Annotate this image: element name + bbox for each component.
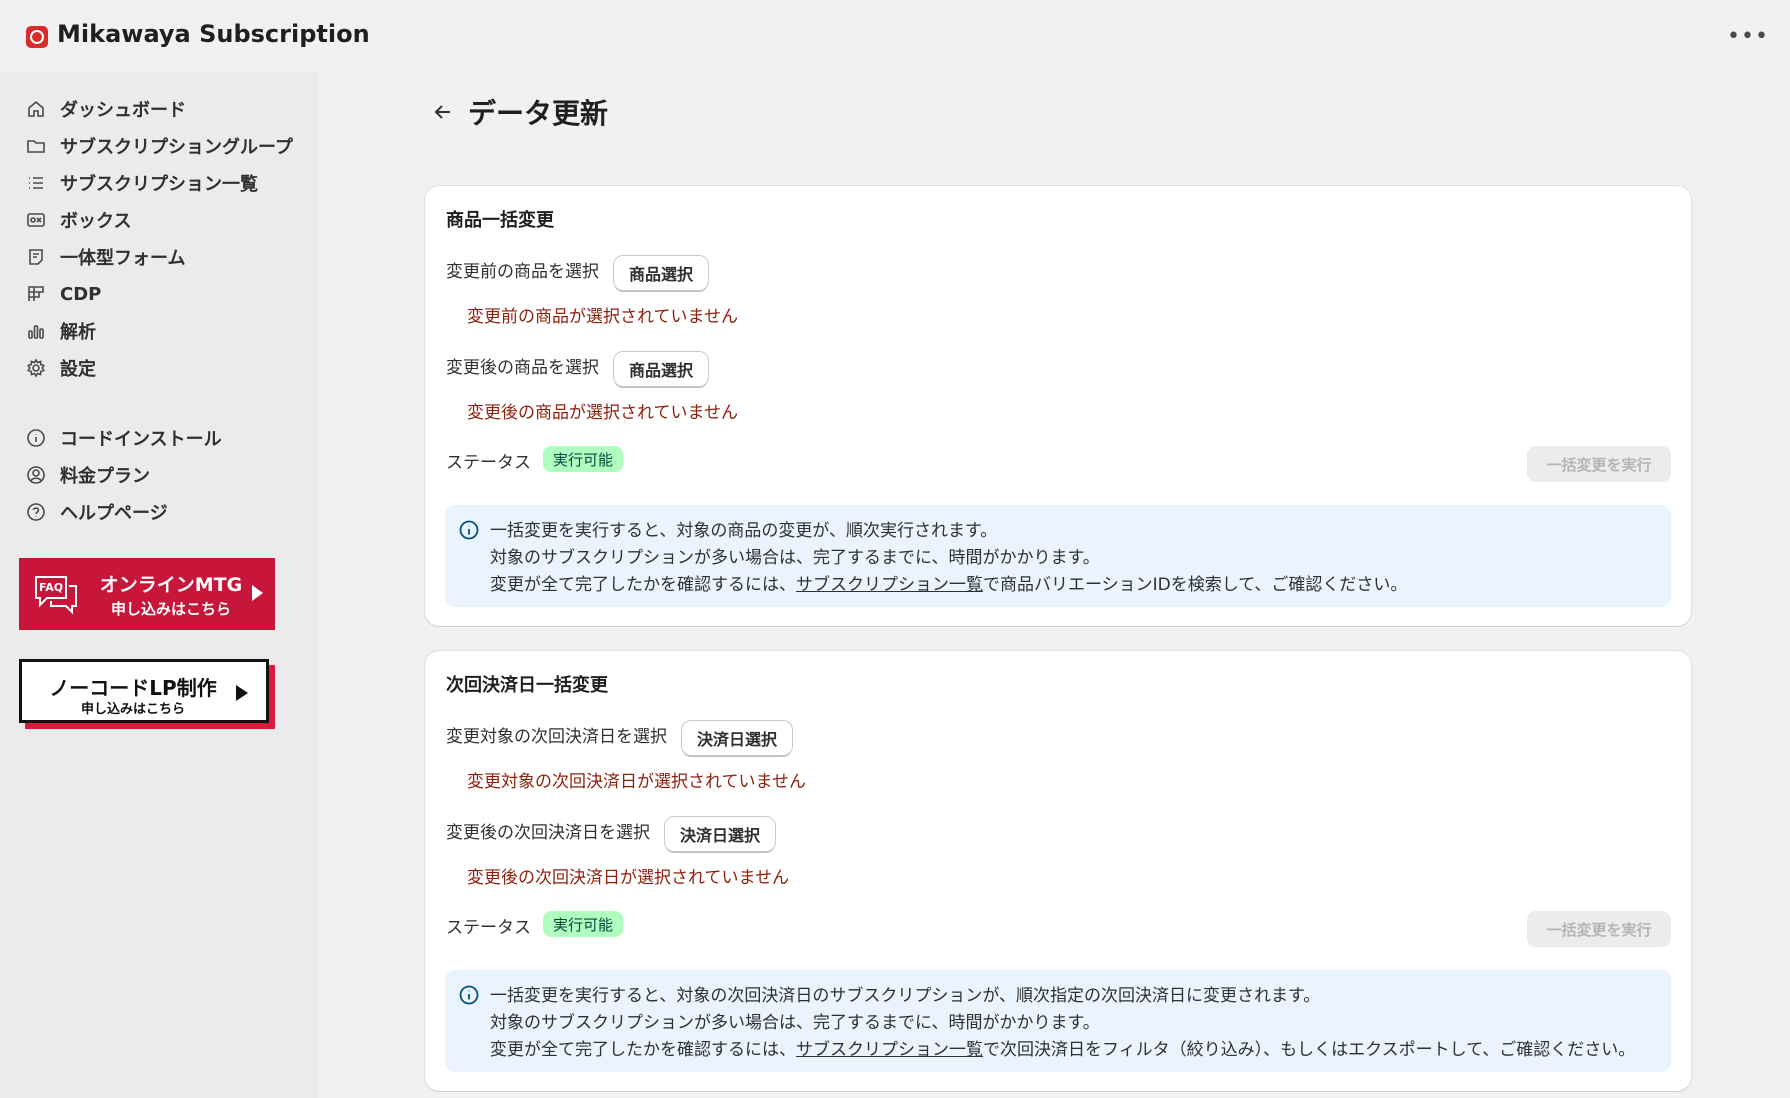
- info-line: 一括変更を実行すると、対象の次回決済日のサブスクリプションが、順次指定の次回決済…: [490, 986, 1321, 1006]
- info-text: 変更が全て完了したかを確認するには、: [490, 1040, 796, 1060]
- arrow-left-icon: [434, 105, 450, 119]
- status-badge: 実行可能: [543, 446, 624, 472]
- faq-chat-icon: [33, 574, 79, 615]
- gear-icon: [22, 354, 50, 382]
- select-target-date-button[interactable]: 決済日選択: [682, 721, 793, 755]
- bar-chart-icon: [22, 317, 50, 345]
- form-icon: [22, 243, 50, 271]
- status-badge: 実行可能: [543, 911, 624, 937]
- card-title: 次回決済日一括変更: [446, 675, 608, 696]
- sidebar-item-cdp[interactable]: CDP: [22, 277, 302, 311]
- sidebar-item-dashboard[interactable]: ダッシュボード: [22, 92, 302, 126]
- after-product-error: 変更後の商品が選択されていません: [467, 403, 738, 423]
- online-mtg-title: オンラインMTG: [99, 574, 243, 596]
- sidebar-item-label: サブスクリプション一覧: [60, 174, 258, 195]
- play-arrow-icon: [252, 585, 263, 601]
- execute-bulk-change-button[interactable]: 一括変更を実行: [1527, 911, 1671, 947]
- online-mtg-subtitle: 申し込みはこちら: [110, 600, 231, 618]
- folder-icon: [22, 132, 50, 160]
- sidebar-item-label: ヘルプページ: [60, 503, 168, 524]
- app-title: Mikawaya Subscription: [57, 20, 370, 48]
- sidebar-item-label: ボックス: [60, 211, 132, 232]
- sidebar-item-subscription-groups[interactable]: サブスクリプショングループ: [22, 129, 302, 163]
- target-date-error: 変更対象の次回決済日が選択されていません: [467, 772, 806, 792]
- info-line: 対象のサブスクリプションが多い場合は、完了するまでに、時間がかかります。: [490, 1013, 1100, 1033]
- sidebar-item-settings[interactable]: 設定: [22, 351, 302, 385]
- card-title: 商品一括変更: [446, 210, 554, 231]
- app-logo-icon: [26, 26, 48, 48]
- info-line: 変更が全て完了したかを確認するには、サブスクリプション一覧で次回決済日をフィルタ…: [490, 1035, 1635, 1060]
- sidebar-item-box[interactable]: ボックス: [22, 203, 302, 237]
- info-text: で次回決済日をフィルタ（絞り込み）、もしくはエクスポートして、ご確認ください。: [983, 1040, 1636, 1060]
- page-title: データ更新: [468, 97, 609, 130]
- info-banner: 一括変更を実行すると、対象の商品の変更が、順次実行されます。 対象のサブスクリプ…: [445, 505, 1671, 607]
- info-line: 対象のサブスクリプションが多い場合は、完了するまでに、時間がかかります。: [490, 548, 1100, 568]
- sidebar-item-analytics[interactable]: 解析: [22, 314, 302, 348]
- status-label: ステータス: [446, 453, 531, 473]
- sidebar-item-label: ダッシュボード: [60, 100, 186, 121]
- info-line: 変更が全て完了したかを確認するには、サブスクリプション一覧で商品バリエーションI…: [490, 570, 1407, 595]
- sidebar-item-subscription-list[interactable]: サブスクリプション一覧: [22, 166, 302, 200]
- after-product-label: 変更後の商品を選択: [446, 358, 599, 378]
- play-arrow-icon: [236, 685, 248, 701]
- sidebar-item-label: 一体型フォーム: [60, 248, 186, 269]
- grid-icon: [22, 280, 50, 308]
- sidebar-item-label: 解析: [60, 322, 96, 343]
- product-bulk-change-card: 商品一括変更 変更前の商品を選択 商品選択 変更前の商品が選択されていません 変…: [425, 186, 1691, 626]
- sidebar-item-integrated-form[interactable]: 一体型フォーム: [22, 240, 302, 274]
- info-text: 変更が全て完了したかを確認するには、: [490, 575, 796, 595]
- sidebar-item-label: 設定: [60, 359, 96, 380]
- sidebar-item-pricing[interactable]: 料金プラン: [22, 458, 302, 492]
- info-icon: [458, 519, 480, 541]
- top-bar: Mikawaya Subscription •••: [0, 0, 1790, 72]
- home-icon: [22, 95, 50, 123]
- sidebar-item-label: サブスクリプショングループ: [60, 137, 293, 158]
- sidebar-item-code-install[interactable]: コードインストール: [22, 421, 302, 455]
- sidebar-item-label: CDP: [60, 283, 102, 305]
- ellipsis-icon: •••: [1727, 23, 1769, 49]
- nocode-lp-subtitle: 申し込みはこちら: [80, 702, 185, 717]
- select-after-date-button[interactable]: 決済日選択: [665, 817, 776, 851]
- faq-badge: FAQ: [39, 581, 64, 594]
- nocode-lp-banner[interactable]: ノーコードLP制作 申し込みはこちら: [19, 659, 275, 729]
- nocode-lp-title: ノーコードLP制作: [49, 676, 217, 700]
- box-icon: [22, 206, 50, 234]
- online-mtg-banner[interactable]: FAQ オンラインMTG 申し込みはこちら: [19, 558, 275, 630]
- subscription-list-link[interactable]: サブスクリプション一覧: [796, 1040, 983, 1060]
- help-icon: [22, 498, 50, 526]
- user-circle-icon: [22, 461, 50, 489]
- page-header: データ更新: [428, 92, 608, 132]
- more-actions-button[interactable]: •••: [1727, 20, 1769, 52]
- billing-date-bulk-change-card: 次回決済日一括変更 変更対象の次回決済日を選択 決済日選択 変更対象の次回決済日…: [425, 651, 1691, 1091]
- info-line: 一括変更を実行すると、対象の商品の変更が、順次実行されます。: [490, 521, 998, 541]
- execute-bulk-change-button[interactable]: 一括変更を実行: [1527, 446, 1671, 482]
- status-label: ステータス: [446, 918, 531, 938]
- info-banner: 一括変更を実行すると、対象の次回決済日のサブスクリプションが、順次指定の次回決済…: [445, 970, 1671, 1072]
- list-icon: [22, 169, 50, 197]
- info-icon: [22, 424, 50, 452]
- sidebar-item-label: コードインストール: [60, 429, 222, 450]
- before-product-error: 変更前の商品が選択されていません: [467, 307, 738, 327]
- after-date-label: 変更後の次回決済日を選択: [446, 823, 650, 843]
- banner-face: ノーコードLP制作 申し込みはこちら: [19, 659, 269, 723]
- sidebar-item-help[interactable]: ヘルプページ: [22, 495, 302, 529]
- back-button[interactable]: [428, 97, 458, 127]
- sidebar: ダッシュボード サブスクリプショングループ サブスクリプション一覧 ボックス 一…: [0, 72, 318, 1098]
- sidebar-item-label: 料金プラン: [60, 466, 150, 487]
- target-date-label: 変更対象の次回決済日を選択: [446, 727, 667, 747]
- after-date-error: 変更後の次回決済日が選択されていません: [467, 868, 789, 888]
- subscription-list-link[interactable]: サブスクリプション一覧: [796, 575, 983, 595]
- select-before-product-button[interactable]: 商品選択: [614, 256, 709, 290]
- info-text: で商品バリエーションIDを検索して、ご確認ください。: [983, 575, 1408, 595]
- select-after-product-button[interactable]: 商品選択: [614, 352, 709, 386]
- before-product-label: 変更前の商品を選択: [446, 262, 599, 282]
- info-icon: [458, 984, 480, 1006]
